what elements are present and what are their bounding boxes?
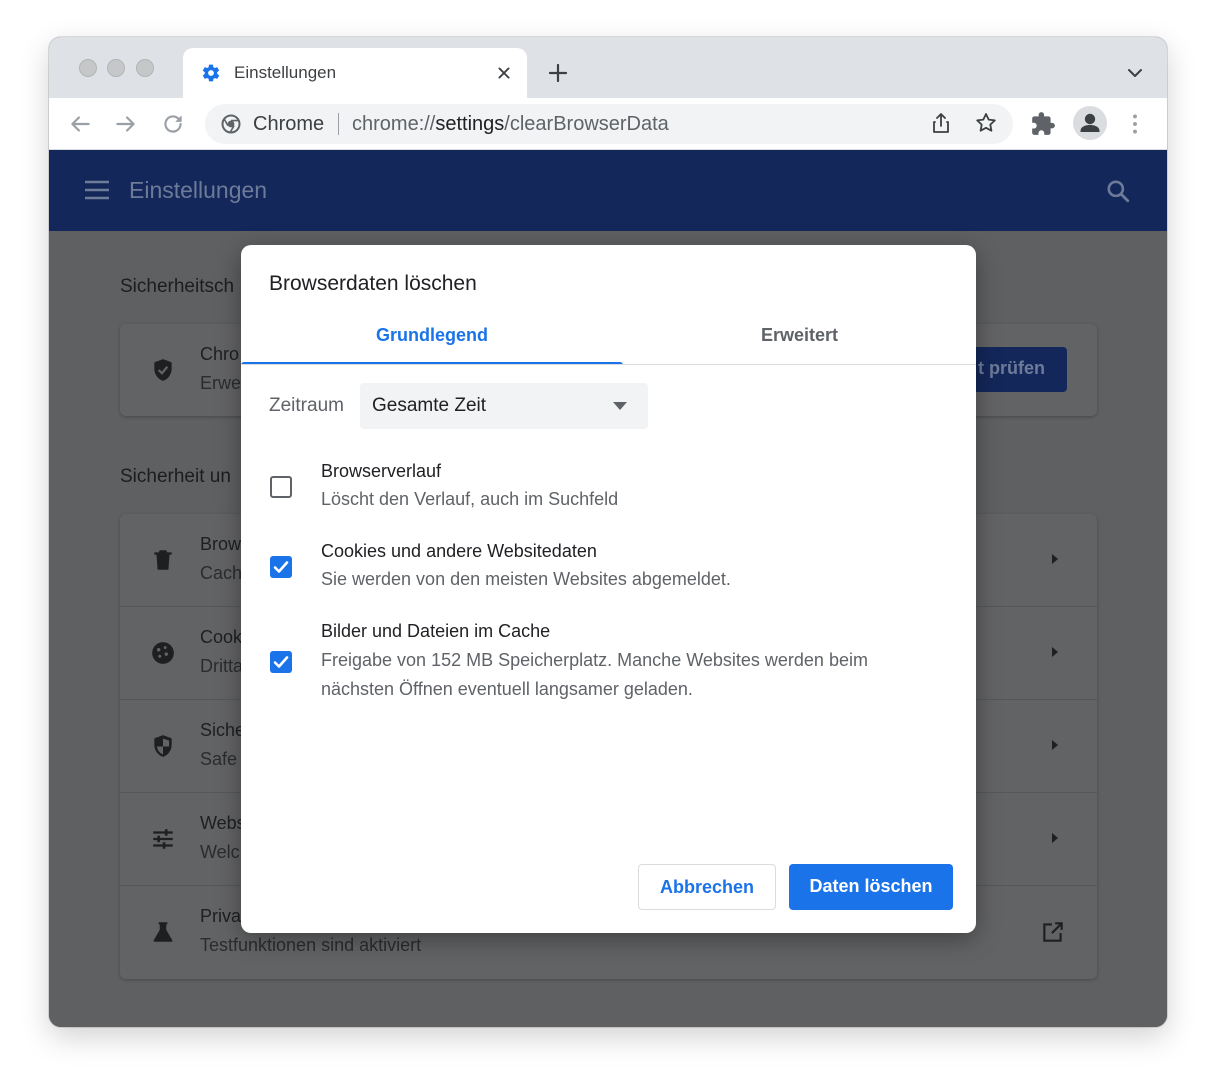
row-subtitle: Erwe (200, 373, 242, 393)
time-range-select[interactable]: Gesamte Zeit (360, 383, 648, 429)
tab-basic-label: Grundlegend (376, 325, 488, 345)
window-close-dot[interactable] (79, 59, 97, 77)
row-title: Siche (200, 720, 246, 740)
row-title: Brow (200, 534, 242, 554)
tune-sliders-icon (153, 829, 173, 849)
tab-title: Einstellungen (234, 63, 337, 82)
option-cookies: Cookies und andere Websitedaten Sie werd… (241, 539, 976, 599)
star-icon[interactable] (974, 111, 998, 135)
time-range-value: Gesamte Zeit (372, 395, 487, 416)
checkbox-cookies[interactable] (270, 556, 292, 578)
toolbar: Chrome chrome://settings/clearBrowserDat… (49, 98, 1167, 150)
plus-icon[interactable] (546, 61, 570, 85)
back-arrow-icon[interactable] (67, 111, 93, 137)
checkmark-icon (273, 561, 289, 573)
option-description: Löscht den Verlauf, auch im Suchfeld (321, 489, 619, 509)
dialog-title: Browserdaten löschen (269, 272, 477, 295)
checkmark-icon (273, 656, 289, 668)
site-label: Chrome (253, 113, 325, 135)
option-cached-images: Bilder und Dateien im Cache Freigabe von… (241, 620, 976, 710)
security-shield-icon (154, 735, 172, 757)
clear-data-button[interactable]: Daten löschen (789, 864, 953, 910)
dropdown-arrow-icon (613, 402, 627, 410)
gear-icon (202, 64, 220, 82)
trash-icon (154, 550, 172, 570)
checkbox-cached-images[interactable] (270, 651, 292, 673)
tab-basic[interactable]: Grundlegend (241, 309, 623, 365)
row-title: Priva (200, 906, 242, 926)
row-title: Webs (200, 813, 246, 833)
row-subtitle: Dritta (200, 656, 244, 676)
puzzle-extensions-icon[interactable] (1030, 111, 1056, 137)
close-icon[interactable] (493, 62, 515, 84)
time-range-label: Zeitraum (269, 395, 344, 416)
clear-browsing-data-dialog: Browserdaten löschen Grundlegend Erweite… (241, 245, 976, 933)
omnibox-divider (338, 113, 339, 135)
share-icon[interactable] (929, 111, 953, 135)
cancel-button[interactable]: Abbrechen (638, 864, 776, 910)
forward-arrow-icon[interactable] (113, 111, 139, 137)
settings-header: Einstellungen (49, 150, 1167, 231)
shield-check-icon (154, 359, 172, 381)
cookie-icon (152, 642, 174, 664)
row-title: Chro (200, 344, 240, 364)
cancel-button-label: Abbrechen (659, 877, 755, 897)
option-title: Cookies und andere Websitedaten (321, 541, 597, 561)
menu-icon[interactable] (85, 180, 109, 200)
row-subtitle: Safe (200, 749, 238, 769)
clear-data-button-label: Daten löschen (809, 876, 933, 896)
window-minimize-dot[interactable] (107, 59, 125, 77)
url-text: chrome://settings/clearBrowserData (352, 113, 669, 135)
checkbox-browsing-history[interactable] (270, 476, 292, 498)
check-now-button[interactable]: t prüfen (965, 347, 1067, 392)
reload-icon[interactable] (160, 111, 186, 137)
row-title: Cook (200, 627, 243, 647)
tab-settings[interactable]: Einstellungen (183, 48, 527, 98)
option-description: Sie werden von den meisten Websites abge… (321, 569, 731, 589)
settings-title: Einstellungen (129, 177, 268, 203)
arrow-right-icon (1052, 647, 1058, 657)
flask-icon (153, 922, 173, 942)
open-external-icon (1043, 922, 1063, 942)
address-bar[interactable]: Chrome chrome://settings/clearBrowserDat… (205, 104, 1013, 144)
row-subtitle: Testfunktionen sind aktiviert (200, 935, 422, 955)
tab-divider (241, 364, 976, 365)
person-icon (1080, 113, 1100, 132)
search-icon[interactable] (1105, 178, 1131, 204)
option-title: Bilder und Dateien im Cache (321, 621, 551, 641)
row-subtitle: Cach (200, 563, 243, 583)
arrow-right-icon (1052, 554, 1058, 564)
arrow-right-icon (1052, 833, 1058, 843)
tab-strip: Einstellungen (49, 37, 1167, 98)
window-zoom-dot[interactable] (136, 59, 154, 77)
section-heading-safety-check: Sicherheitsch (120, 276, 235, 297)
option-title: Browserverlauf (321, 461, 442, 481)
profile-avatar[interactable] (1073, 106, 1107, 140)
chrome-logo-icon (221, 114, 241, 134)
option-description: Freigabe von 152 MB Speicherplatz. Manch… (321, 650, 868, 699)
option-browsing-history: Browserverlauf Löscht den Verlauf, auch … (241, 459, 976, 519)
arrow-right-icon (1052, 740, 1058, 750)
tab-advanced-label: Erweitert (760, 325, 839, 345)
chevron-down-icon[interactable] (1125, 65, 1145, 81)
more-vert-icon[interactable] (1122, 111, 1148, 137)
row-subtitle: Welc (200, 842, 240, 862)
section-heading-privacy-security: Sicherheit un (120, 466, 231, 487)
tab-advanced[interactable]: Erweitert (623, 309, 976, 365)
